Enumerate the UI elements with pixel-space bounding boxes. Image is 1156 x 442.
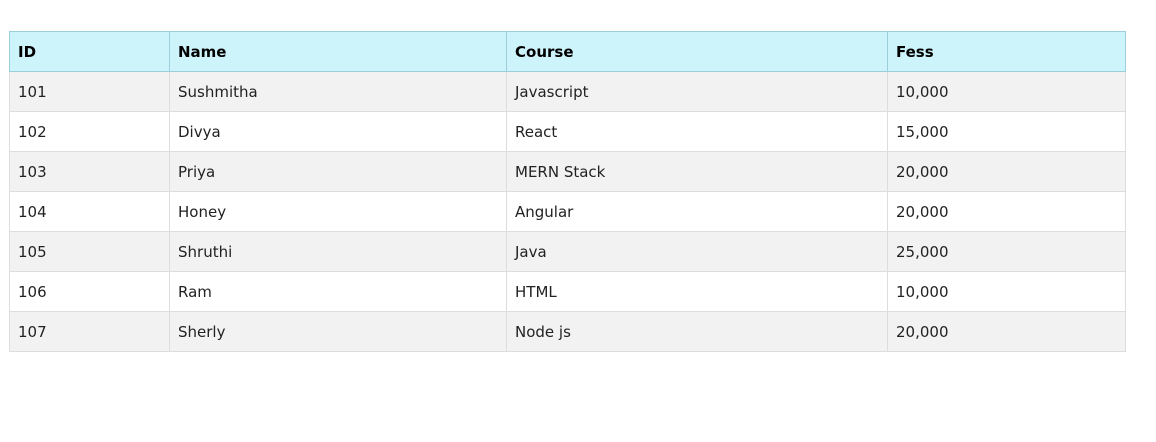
cell-name: Divya xyxy=(169,111,507,152)
cell-name: Ram xyxy=(169,271,507,312)
table-row: 104 Honey Angular 20,000 xyxy=(9,191,1126,232)
cell-id: 107 xyxy=(9,311,170,352)
cell-fees: 10,000 xyxy=(887,71,1126,112)
cell-id: 103 xyxy=(9,151,170,192)
cell-fees: 10,000 xyxy=(887,271,1126,312)
student-table-container: ID Name Course Fess 101 Sushmitha Javasc… xyxy=(9,31,1126,352)
table-row: 102 Divya React 15,000 xyxy=(9,111,1126,152)
student-fees-table: ID Name Course Fess 101 Sushmitha Javasc… xyxy=(9,31,1126,352)
cell-course: MERN Stack xyxy=(506,151,888,192)
header-course: Course xyxy=(506,31,888,72)
cell-name: Sherly xyxy=(169,311,507,352)
header-fees: Fess xyxy=(887,31,1126,72)
header-row: ID Name Course Fess xyxy=(9,31,1126,72)
cell-course: React xyxy=(506,111,888,152)
cell-fees: 20,000 xyxy=(887,151,1126,192)
table-header: ID Name Course Fess xyxy=(9,31,1126,72)
cell-course: Javascript xyxy=(506,71,888,112)
cell-fees: 20,000 xyxy=(887,191,1126,232)
cell-name: Honey xyxy=(169,191,507,232)
table-row: 101 Sushmitha Javascript 10,000 xyxy=(9,71,1126,112)
cell-id: 106 xyxy=(9,271,170,312)
cell-id: 105 xyxy=(9,231,170,272)
cell-fees: 25,000 xyxy=(887,231,1126,272)
table-row: 105 Shruthi Java 25,000 xyxy=(9,231,1126,272)
cell-name: Sushmitha xyxy=(169,71,507,112)
cell-course: Angular xyxy=(506,191,888,232)
cell-id: 101 xyxy=(9,71,170,112)
table-row: 107 Sherly Node js 20,000 xyxy=(9,311,1126,352)
cell-fees: 15,000 xyxy=(887,111,1126,152)
cell-id: 104 xyxy=(9,191,170,232)
cell-id: 102 xyxy=(9,111,170,152)
cell-fees: 20,000 xyxy=(887,311,1126,352)
cell-name: Priya xyxy=(169,151,507,192)
cell-course: HTML xyxy=(506,271,888,312)
header-name: Name xyxy=(169,31,507,72)
cell-name: Shruthi xyxy=(169,231,507,272)
cell-course: Node js xyxy=(506,311,888,352)
table-body: 101 Sushmitha Javascript 10,000 102 Divy… xyxy=(9,71,1126,352)
table-row: 106 Ram HTML 10,000 xyxy=(9,271,1126,312)
table-row: 103 Priya MERN Stack 20,000 xyxy=(9,151,1126,192)
cell-course: Java xyxy=(506,231,888,272)
header-id: ID xyxy=(9,31,170,72)
